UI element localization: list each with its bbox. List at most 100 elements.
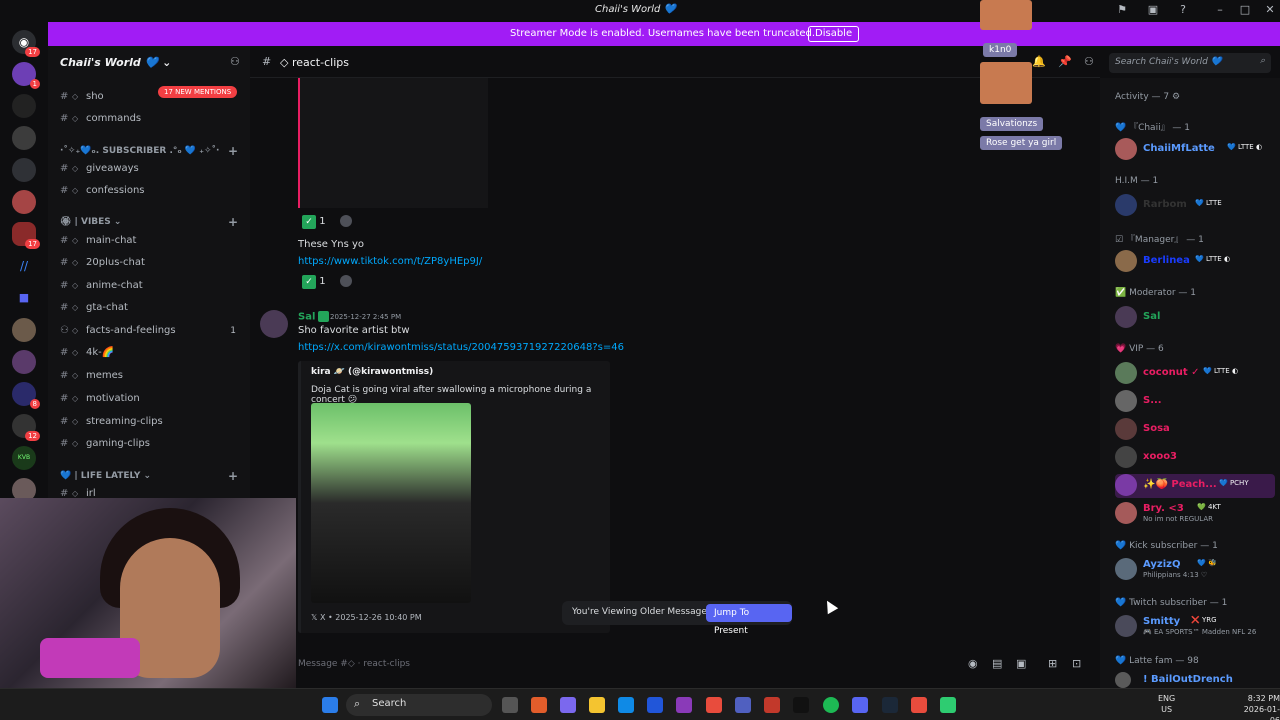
language-indicator[interactable]: ENG US xyxy=(1158,693,1175,715)
channel-item[interactable]: # ◇ gaming-clips xyxy=(60,435,240,453)
avatar[interactable] xyxy=(260,310,288,338)
add-channel-icon[interactable]: + xyxy=(228,144,238,158)
member-item[interactable]: S... xyxy=(1115,390,1275,414)
reaction[interactable]: ✓ 1 xyxy=(302,214,352,230)
app-icon[interactable] xyxy=(560,697,576,713)
gif-icon[interactable]: ▤ xyxy=(992,657,1002,670)
jump-to-present-button[interactable]: Jump To Present xyxy=(706,604,792,636)
screen-icon[interactable]: ▣ xyxy=(1143,3,1163,16)
close-window-button[interactable]: ✕ xyxy=(1260,3,1280,16)
message-link[interactable]: https://www.tiktok.com/t/ZP8yHEp9J/ xyxy=(298,256,482,267)
spotify-icon[interactable] xyxy=(823,697,839,713)
channel-item[interactable]: # ◇ streaming-clips xyxy=(60,413,240,431)
server-icon[interactable]: 12 xyxy=(12,414,40,441)
embed-author[interactable]: kira 🪐 (@kirawontmiss) xyxy=(311,367,433,377)
member-item[interactable]: Sosa xyxy=(1115,418,1275,442)
disable-streamer-button[interactable]: Disable xyxy=(808,26,860,42)
server-icon-active[interactable]: 17 xyxy=(12,222,40,249)
tiktok-icon[interactable] xyxy=(793,697,809,713)
channel-item[interactable]: # ◇ giveaways xyxy=(60,160,240,178)
reaction[interactable]: ✓ 1 xyxy=(302,274,352,290)
channel-item[interactable]: # ◇ commands xyxy=(60,110,240,128)
media-embed[interactable] xyxy=(298,78,488,208)
discord-home-icon[interactable]: ◉ 17 xyxy=(12,30,40,57)
member-item[interactable]: Bry. <3 💚 4KT No im not REGULAR xyxy=(1115,502,1275,526)
channel-item[interactable]: # ◇ main-chat xyxy=(60,232,240,250)
message-link[interactable]: https://x.com/kirawontmiss/status/200475… xyxy=(298,342,624,353)
member-item[interactable]: ChaiiMfLatte 💙 LTTE ◐ xyxy=(1115,138,1275,162)
app-icon[interactable] xyxy=(531,697,547,713)
activity-header[interactable]: Activity — 7 ⚙ xyxy=(1115,92,1180,102)
sticker-icon[interactable]: ▣ xyxy=(1016,657,1026,670)
category-vibes[interactable]: 🏵 | VIBES ⌄ + xyxy=(60,215,238,229)
member-item[interactable]: Berlinea 💙 LTTE ◐ xyxy=(1115,250,1275,274)
inbox-icon[interactable]: ⚑ xyxy=(1112,3,1132,16)
channel-item[interactable]: # ◇ 4k-🌈 xyxy=(60,344,240,362)
server-icon[interactable] xyxy=(12,126,36,150)
app-icon[interactable] xyxy=(764,697,780,713)
member-item[interactable]: Sal xyxy=(1115,306,1275,330)
maximize-button[interactable]: □ xyxy=(1235,3,1255,16)
chrome-icon[interactable] xyxy=(911,697,927,713)
app-icon[interactable] xyxy=(647,697,663,713)
steam-icon[interactable] xyxy=(882,697,898,713)
channel-item[interactable]: ⚇ ◇ facts-and-feelings 1 xyxy=(60,322,240,340)
new-mentions-badge[interactable]: 17 NEW MENTIONS xyxy=(158,86,238,98)
emoji-icon[interactable]: ⊡ xyxy=(1072,657,1081,670)
channel-item[interactable]: # ◇ anime-chat xyxy=(60,277,240,295)
embed-image[interactable] xyxy=(311,403,471,603)
channel-item[interactable]: # ◇ memes xyxy=(60,367,240,385)
add-member-icon[interactable]: ⚇ xyxy=(230,55,240,68)
server-name[interactable]: Chaii's World 💙 ⌄ ⚇ xyxy=(60,55,240,69)
member-item[interactable]: Rarbom 💙 LTTE xyxy=(1115,194,1275,218)
apps-icon[interactable]: ⊞ xyxy=(1048,657,1057,670)
search-input[interactable]: Search Chaii's World 💙 ⌕ xyxy=(1109,53,1271,73)
add-reaction-icon[interactable] xyxy=(339,275,352,287)
help-icon[interactable]: ? xyxy=(1173,3,1193,16)
member-item[interactable]: ! BailOutDrench xyxy=(1115,672,1275,688)
discord-icon[interactable] xyxy=(852,697,868,713)
member-item[interactable]: Smitty ❌ YRG 🎮 EA SPORTS™ Madden NFL 26 xyxy=(1115,615,1275,639)
chrome-icon[interactable] xyxy=(706,697,722,713)
folder-icon[interactable]: ■ xyxy=(12,286,36,310)
server-icon[interactable] xyxy=(12,318,36,342)
server-icon[interactable]: 1 xyxy=(12,62,40,89)
channel-item[interactable]: # ◇ confessions xyxy=(60,182,240,200)
server-icon[interactable] xyxy=(12,94,36,118)
slash-icon[interactable]: // xyxy=(12,254,36,278)
minimize-button[interactable]: – xyxy=(1210,3,1230,16)
member-item[interactable]: coconut ✓ 💙 LTTE ◐ xyxy=(1115,362,1275,386)
gift-icon[interactable]: ◉ xyxy=(968,657,978,670)
avatar xyxy=(1115,672,1131,688)
taskbar-search[interactable]: ⌕ Search xyxy=(346,694,492,716)
category-life-lately[interactable]: 💙 | LIFE LATELY ⌄ + xyxy=(60,469,238,483)
category-subscriber[interactable]: ·˚✧₊💙ₒ. SUBSCRIBER .°ₒ 💙 ₊✧˚· + xyxy=(60,144,238,158)
channel-item[interactable]: # ◇ gta-chat xyxy=(60,299,240,317)
message-input[interactable] xyxy=(298,656,898,672)
clock[interactable]: 8:32 PM2026-01-06 xyxy=(1236,693,1280,720)
message-author[interactable]: Sal xyxy=(298,311,330,323)
server-icon[interactable] xyxy=(12,158,36,182)
server-icon[interactable]: KVB xyxy=(12,446,36,470)
server-icon[interactable]: 8 xyxy=(12,382,40,409)
member-item[interactable]: ✨🍑 Peach... 💙 PCHY xyxy=(1115,474,1275,498)
teams-icon[interactable] xyxy=(735,697,751,713)
channel-item[interactable]: # ◇ 20plus-chat xyxy=(60,254,240,272)
member-item[interactable]: AyzizQ 💙 🐝 Philippians 4:13 ♡ xyxy=(1115,558,1275,582)
bell-icon[interactable]: 🔔 xyxy=(1032,55,1046,68)
file-explorer-icon[interactable] xyxy=(589,697,605,713)
add-channel-icon[interactable]: + xyxy=(228,215,238,229)
task-view-icon[interactable] xyxy=(502,697,518,713)
add-reaction-icon[interactable] xyxy=(339,215,352,227)
app-icon[interactable] xyxy=(940,697,956,713)
windows-start-icon[interactable] xyxy=(322,697,338,713)
pin-icon[interactable]: 📌 xyxy=(1058,55,1072,68)
app-icon[interactable] xyxy=(676,697,692,713)
channel-item[interactable]: # ◇ motivation xyxy=(60,390,240,408)
add-channel-icon[interactable]: + xyxy=(228,469,238,483)
server-icon[interactable] xyxy=(12,350,36,374)
server-icon[interactable] xyxy=(12,190,36,214)
members-icon[interactable]: ⚇ xyxy=(1084,55,1098,68)
member-item[interactable]: xooo3 xyxy=(1115,446,1275,470)
edge-icon[interactable] xyxy=(618,697,634,713)
